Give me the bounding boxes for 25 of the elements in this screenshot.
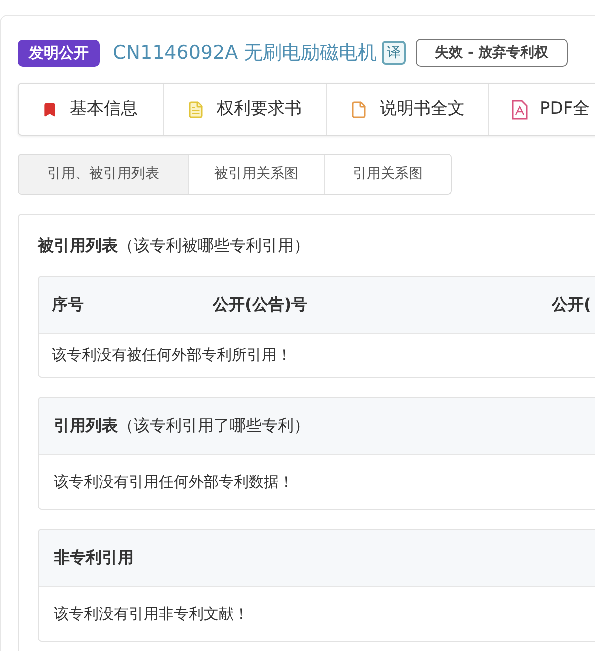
- type-badge: 发明公开: [18, 40, 100, 66]
- page-icon: [350, 100, 368, 120]
- nav-tab[interactable]: 基本信息: [19, 84, 163, 135]
- nav-tab[interactable]: PDF全: [488, 84, 595, 135]
- document-icon: [187, 100, 205, 120]
- empty-message: 该专利没有引用非专利文献！: [54, 604, 249, 625]
- column-header: 公开(: [552, 294, 592, 316]
- bookmark-icon: [42, 100, 58, 118]
- empty-message: 该专利没有引用任何外部专利数据！: [54, 472, 294, 493]
- panel-title: 被引用列表: [38, 236, 118, 255]
- translate-button[interactable]: 译: [382, 41, 406, 65]
- empty-message: 该专利没有被任何外部专利所引用！: [52, 345, 292, 366]
- section-title: 非专利引用: [54, 547, 134, 569]
- sub-tab[interactable]: 引用关系图: [324, 155, 451, 194]
- column-header: 公开(公告)号: [213, 294, 309, 316]
- patent-title: CN1146092A 无刷电励磁电机: [113, 40, 378, 66]
- section-title: 引用列表: [54, 415, 118, 437]
- status-button[interactable]: 失效 - 放弃专利权: [416, 39, 568, 67]
- sub-tab[interactable]: 引用、被引用列表: [19, 155, 188, 194]
- column-header: 序号: [50, 294, 85, 316]
- pdf-icon: [512, 100, 528, 120]
- nav-tab[interactable]: 权利要求书: [163, 84, 326, 135]
- section-subtitle: （该专利引用了哪些专利）: [118, 415, 310, 437]
- panel-subtitle: （该专利被哪些专利引用）: [118, 236, 310, 255]
- nav-tab[interactable]: 说明书全文: [326, 84, 488, 135]
